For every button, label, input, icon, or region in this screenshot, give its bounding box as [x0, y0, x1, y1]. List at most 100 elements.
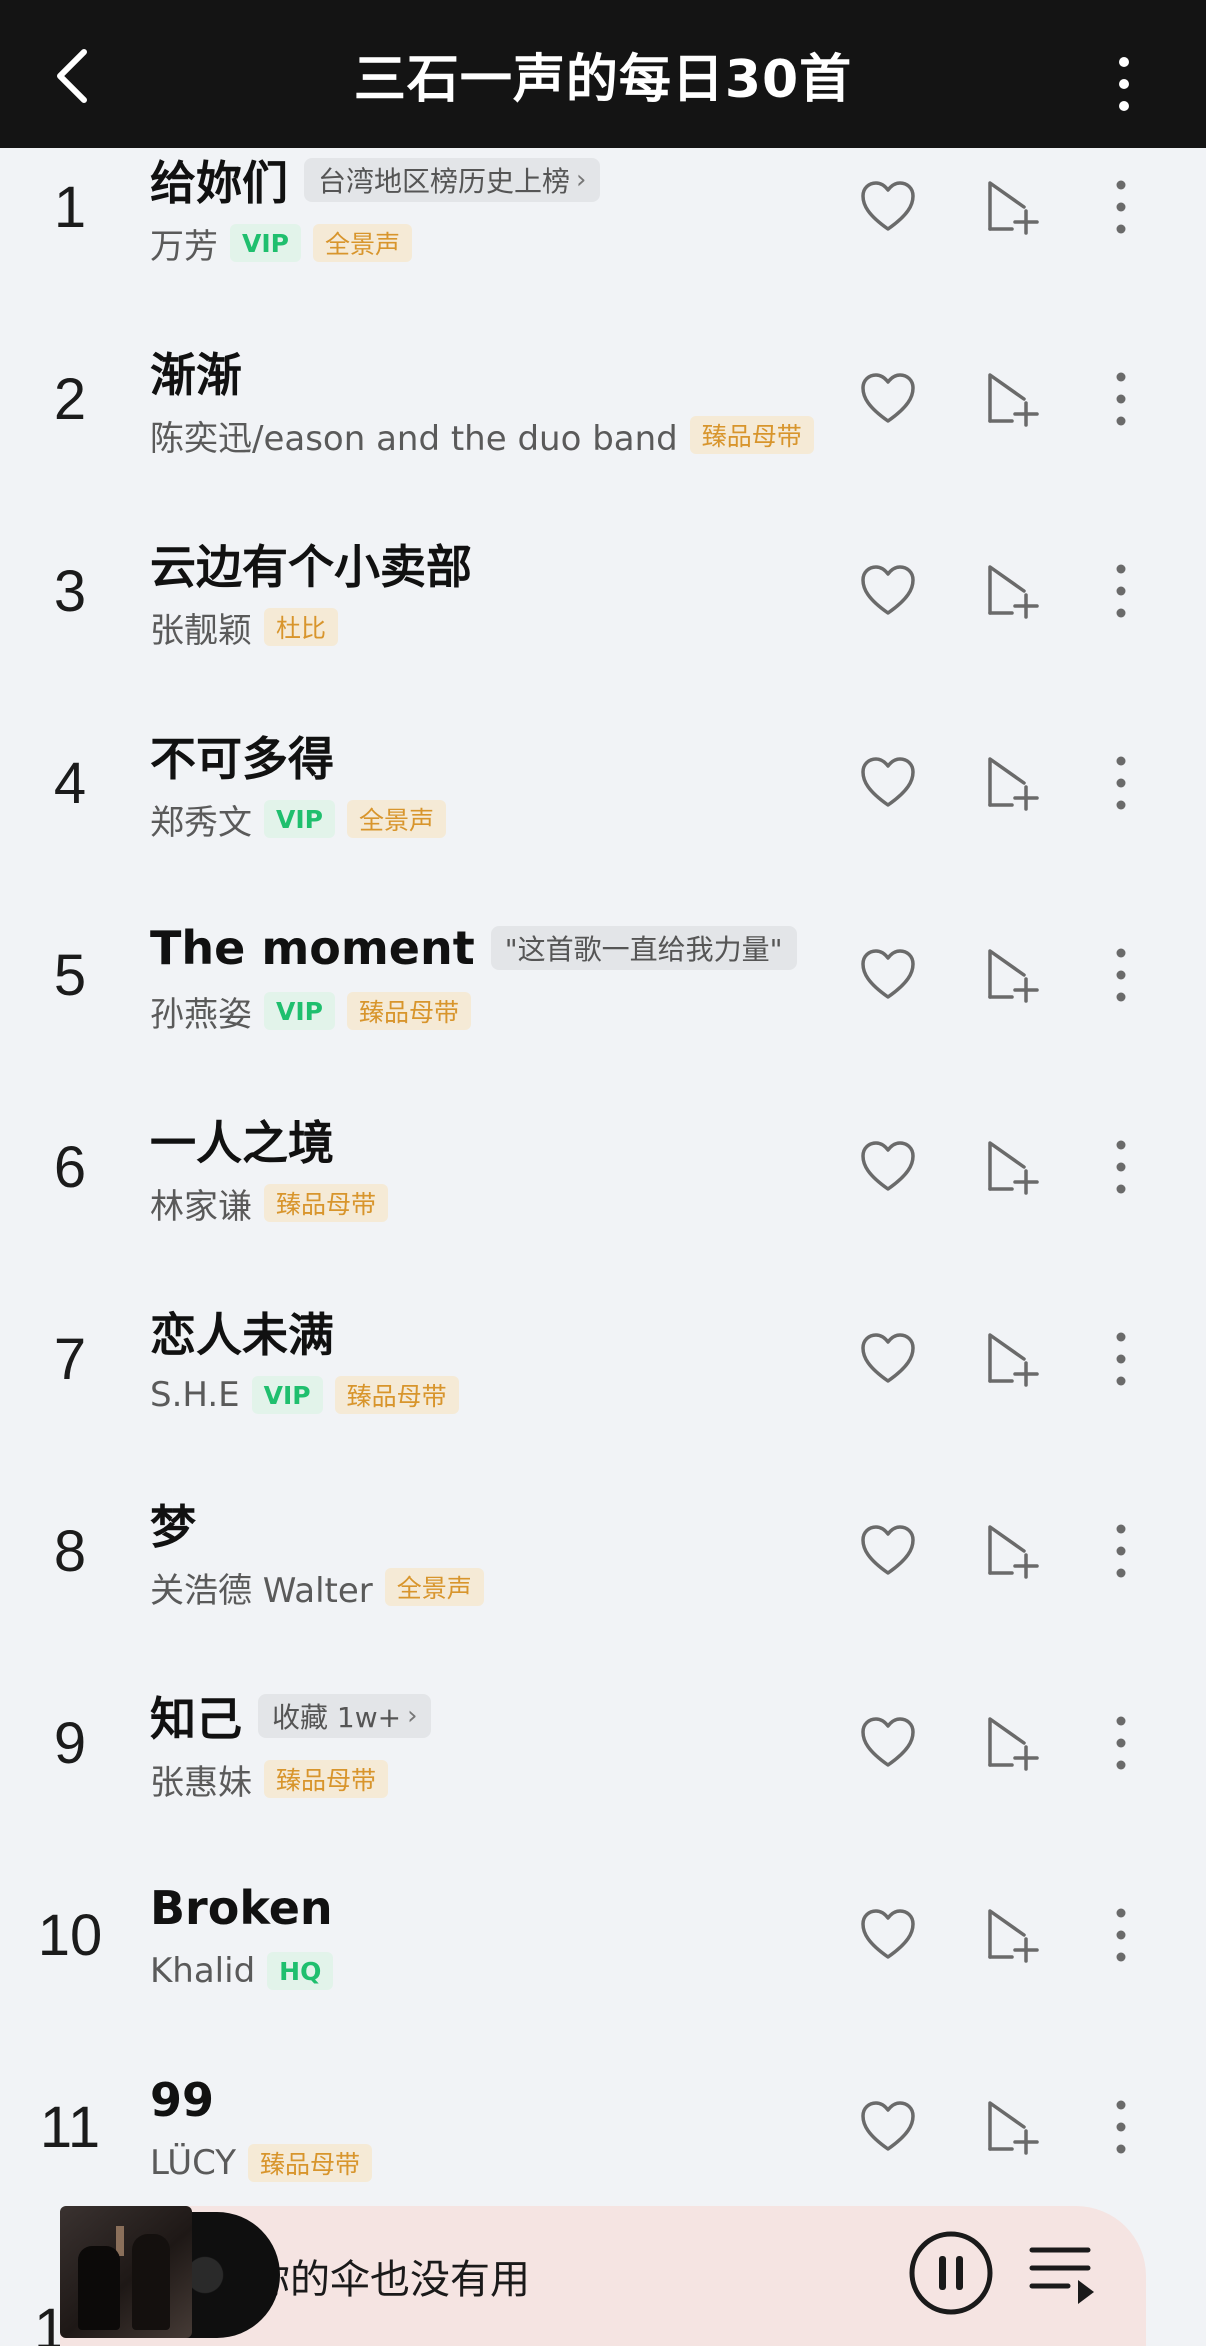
vertical-ellipsis-icon[interactable]	[1106, 1137, 1136, 1197]
vertical-ellipsis-icon[interactable]	[1106, 945, 1136, 1005]
meta-line: Khalid HQ	[150, 1947, 334, 1995]
song-highlight-pill[interactable]: 收藏 1w+ ›	[258, 1694, 432, 1738]
album-art	[60, 2206, 192, 2338]
song-row[interactable]: 8 梦关浩德 Walter 全景声	[0, 1455, 1206, 1647]
song-row[interactable]: 11 99 LÜCY 臻品母带	[0, 2031, 1206, 2223]
vertical-ellipsis-icon[interactable]	[1106, 1329, 1136, 1389]
add-to-playlist-icon[interactable]	[982, 753, 1042, 813]
album-cover[interactable]	[60, 2206, 280, 2346]
heart-icon[interactable]	[858, 945, 918, 1005]
add-to-playlist-icon[interactable]	[982, 177, 1042, 237]
meta-line: 万芳 VIP 全景声	[150, 219, 412, 267]
add-to-playlist-icon[interactable]	[982, 945, 1042, 1005]
title-line: 恋人未满	[150, 1303, 334, 1362]
vertical-ellipsis-icon[interactable]	[1106, 369, 1136, 429]
song-row[interactable]: 7 恋人未满 S.H.E VIP 臻品母带	[0, 1263, 1206, 1455]
song-index: 5	[53, 942, 87, 1008]
top-bar: 三石一声的每日30首	[0, 0, 1206, 148]
audio-format-badge: 臻品母带	[264, 1184, 389, 1222]
audio-format-badge: 臻品母带	[346, 992, 471, 1030]
artist-name: 万芳	[150, 226, 218, 267]
meta-line: 张惠妹 臻品母带	[150, 1755, 389, 1803]
heart-icon[interactable]	[858, 1137, 918, 1197]
title-line: Broken	[150, 1879, 333, 1937]
song-info[interactable]: 渐渐 陈奕迅/eason and the duo band 臻品母带	[150, 303, 870, 495]
heart-icon[interactable]	[858, 1521, 918, 1581]
title-line: 云边有个小卖部	[150, 535, 472, 594]
heart-icon[interactable]	[858, 369, 918, 429]
add-to-playlist-icon[interactable]	[982, 1137, 1042, 1197]
vertical-ellipsis-icon[interactable]	[1106, 1713, 1136, 1773]
pill-label: 收藏 1w+	[272, 1701, 402, 1734]
vertical-ellipsis-icon[interactable]	[1106, 1521, 1136, 1581]
meta-line: 郑秀文 VIP 全景声	[150, 795, 446, 843]
add-to-playlist-icon[interactable]	[982, 1521, 1042, 1581]
artist-name: 关浩德 Walter	[150, 1570, 373, 1611]
meta-line: LÜCY 臻品母带	[150, 2139, 373, 2187]
song-title: 不可多得	[150, 732, 334, 786]
song-info[interactable]: 云边有个小卖部张靓颖 杜比	[150, 495, 870, 687]
meta-line: 孙燕姿 VIP 臻品母带	[150, 987, 471, 1035]
song-highlight-pill[interactable]: 台湾地区榜历史上榜 ›	[304, 158, 601, 202]
vertical-ellipsis-icon[interactable]	[1106, 2097, 1136, 2157]
song-info[interactable]: 恋人未满 S.H.E VIP 臻品母带	[150, 1263, 870, 1455]
vertical-ellipsis-icon[interactable]	[1106, 1905, 1136, 1965]
add-to-playlist-icon[interactable]	[982, 369, 1042, 429]
song-info[interactable]: 一人之境林家谦 臻品母带	[150, 1071, 870, 1263]
add-to-playlist-icon[interactable]	[982, 1329, 1042, 1389]
chevron-left-icon[interactable]	[48, 46, 96, 106]
song-title: 恋人未满	[150, 1308, 334, 1362]
title-line: 一人之境	[150, 1111, 334, 1170]
quality-badge: VIP	[230, 224, 301, 262]
song-row[interactable]: 6 一人之境 林家谦 臻品母带	[0, 1071, 1206, 1263]
heart-icon[interactable]	[858, 561, 918, 621]
add-to-playlist-icon[interactable]	[982, 1713, 1042, 1773]
playlist-queue-icon[interactable]	[1028, 2242, 1098, 2306]
song-info[interactable]: 不可多得郑秀文 VIP 全景声	[150, 687, 870, 879]
add-to-playlist-icon[interactable]	[982, 1905, 1042, 1965]
audio-format-badge: 臻品母带	[689, 416, 814, 454]
song-index: 10	[37, 1902, 103, 1968]
title-line: 知己 收藏 1w+ ›	[150, 1687, 432, 1746]
audio-format-badge: 全景声	[384, 1568, 484, 1606]
heart-icon[interactable]	[858, 177, 918, 237]
artist-name: 林家谦	[150, 1186, 252, 1227]
add-to-playlist-icon[interactable]	[982, 2097, 1042, 2157]
vertical-ellipsis-icon[interactable]	[1106, 753, 1136, 813]
song-info[interactable]: 99 LÜCY 臻品母带	[150, 2031, 870, 2223]
song-row[interactable]: 10 Broken Khalid HQ	[0, 1839, 1206, 2031]
vertical-ellipsis-icon[interactable]	[1106, 561, 1136, 621]
meta-line: 林家谦 臻品母带	[150, 1179, 389, 1227]
artist-name: S.H.E	[150, 1375, 240, 1415]
song-info[interactable]: Broken Khalid HQ	[150, 1839, 870, 2031]
song-info[interactable]: The moment "这首歌一直给我力量" 孙燕姿 VIP 臻品母带	[150, 879, 870, 1071]
heart-icon[interactable]	[858, 2097, 918, 2157]
song-highlight-pill[interactable]: "这首歌一直给我力量"	[490, 926, 797, 970]
pause-icon[interactable]	[908, 2230, 994, 2316]
artist-name: 张靓颖	[150, 610, 252, 651]
title-line: The moment "这首歌一直给我力量"	[150, 919, 797, 977]
add-to-playlist-icon[interactable]	[982, 561, 1042, 621]
song-row[interactable]: 2 渐渐 陈奕迅/eason and the duo band 臻品母带	[0, 303, 1206, 495]
now-playing-title[interactable]: 你的伞也没有用	[250, 2206, 530, 2346]
song-row[interactable]: 3 云边有个小卖部 张靓颖 杜比	[0, 495, 1206, 687]
heart-icon[interactable]	[858, 1713, 918, 1773]
song-info[interactable]: 知己 收藏 1w+ › 张惠妹 臻品母带	[150, 1647, 870, 1839]
song-row[interactable]: 9 知己 收藏 1w+ › 张惠妹 臻品母带	[0, 1647, 1206, 1839]
mini-player[interactable]: 你的伞也没有用	[60, 2206, 1146, 2346]
heart-icon[interactable]	[858, 1905, 918, 1965]
heart-icon[interactable]	[858, 1329, 918, 1389]
vertical-ellipsis-icon[interactable]	[1112, 56, 1136, 112]
song-row[interactable]: 5 The moment "这首歌一直给我力量" 孙燕姿 VIP 臻品母带	[0, 879, 1206, 1071]
title-line: 梦	[150, 1495, 196, 1554]
vertical-ellipsis-icon[interactable]	[1106, 177, 1136, 237]
page-title: 三石一声的每日30首	[353, 49, 853, 110]
heart-icon[interactable]	[858, 753, 918, 813]
quality-badge: VIP	[251, 1376, 323, 1414]
song-row[interactable]: 4 不可多得 郑秀文 VIP 全景声	[0, 687, 1206, 879]
artist-name: 孙燕姿	[150, 994, 252, 1035]
quality-badge: VIP	[264, 992, 335, 1030]
audio-format-badge: 杜比	[264, 608, 339, 646]
song-index: 9	[53, 1710, 87, 1776]
song-info[interactable]: 梦关浩德 Walter 全景声	[150, 1455, 870, 1647]
